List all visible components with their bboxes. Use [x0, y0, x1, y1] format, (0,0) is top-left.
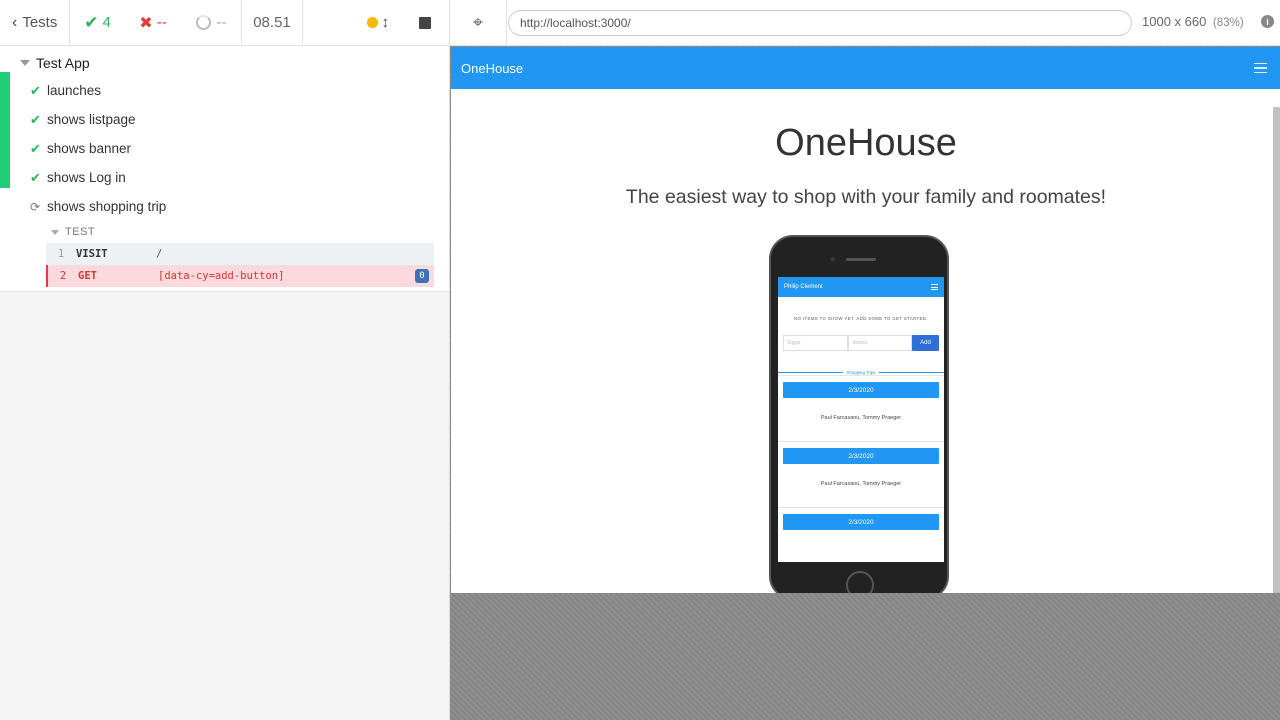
command-number: 1 [57, 248, 65, 260]
hero-title: OneHouse [775, 122, 957, 164]
command-name: GET [78, 270, 97, 282]
caret-down-icon [20, 60, 30, 66]
running-status-dot [366, 17, 378, 28]
command-row[interactable]: 1 VISIT / [46, 243, 434, 265]
command-number: 2 [59, 270, 67, 282]
test-title: shows listpage [47, 112, 136, 127]
stop-button[interactable] [419, 16, 431, 29]
iframe-scrollbar[interactable] [1270, 107, 1280, 593]
application-iframe: OneHouse OneHouse The easiest way to sho… [451, 47, 1280, 593]
phone-mockup-image: Philip Clement NO ITEMS TO SHOW YET. ADD… [769, 235, 949, 593]
checkmark-icon: ✔ [30, 111, 41, 127]
test-item[interactable]: ✔ launches [0, 76, 449, 105]
app-runner-panel: ⌖ http://localhost:3000/ 1000 x 660 (83%… [449, 0, 1280, 720]
app-brand[interactable]: OneHouse [461, 61, 523, 76]
suite-title[interactable]: Test App [0, 50, 449, 76]
phone-home-button [846, 571, 874, 593]
phone-quantity-input: dozen [847, 335, 912, 351]
test-title: shows Log in [47, 170, 126, 185]
phone-screen: Philip Clement NO ITEMS TO SHOW YET. ADD… [778, 277, 944, 562]
phone-trip-card: 2/3/2020 Paul Farcasanu, Tommy Praeger [778, 441, 944, 507]
hamburger-menu-icon[interactable] [1254, 62, 1267, 74]
hook-title[interactable]: TEST [46, 221, 434, 243]
checkmark-icon: ✔ [84, 12, 99, 32]
element-count-badge: 0 [415, 269, 429, 283]
phone-user-name: Philip Clement [784, 284, 823, 290]
test-item[interactable]: ✔ shows listpage [0, 105, 449, 134]
runner-header: ⌖ http://localhost:3000/ 1000 x 660 (83%… [450, 0, 1280, 46]
refresh-icon: ⟳ [30, 199, 41, 214]
passed-count: 4 [102, 14, 111, 31]
checkmark-icon: ✔ [30, 82, 41, 98]
url-display[interactable]: http://localhost:3000/ [508, 10, 1132, 36]
phone-item-input: Eggs [783, 335, 848, 351]
test-reporter-panel: ‹ Tests ✔ 4 ✖ -- -- 08.51 ↕ Test App ✔ l… [0, 0, 449, 720]
test-title: launches [47, 83, 102, 98]
test-tree: Test App ✔ launches ✔ shows listpage ✔ s… [0, 46, 449, 292]
info-icon[interactable]: i [1261, 15, 1274, 28]
trip-people: Paul Farcasanu, Tommy Praeger [820, 481, 902, 487]
phone-camera [830, 257, 835, 262]
divider-line [778, 372, 843, 373]
phone-add-button: Add [912, 335, 939, 351]
reporter-header: ‹ Tests ✔ 4 ✖ -- -- 08.51 ↕ [0, 0, 449, 46]
test-title: shows shopping trip [47, 199, 167, 214]
pending-count: -- [216, 14, 227, 31]
trip-date: 2/3/2020 [783, 448, 939, 464]
tests-back-button[interactable]: ‹ Tests [0, 0, 69, 45]
command-name: VISIT [76, 248, 108, 260]
command-message: [data-cy=add-button] [158, 270, 285, 282]
run-duration: 08.51 [253, 14, 291, 31]
viewport-scale: (83%) [1212, 17, 1244, 29]
checkmark-icon: ✔ [30, 140, 41, 156]
chevron-left-icon: ‹ [12, 13, 18, 31]
pending-count-stat: -- [181, 0, 241, 45]
phone-add-item-form: Eggs dozen Add [783, 335, 939, 351]
trip-people: Paul Farcasanu, Tommy Praeger [820, 415, 902, 421]
caret-down-icon [51, 229, 59, 235]
hook-label: TEST [65, 226, 96, 238]
cross-icon: ✖ [139, 14, 153, 32]
app-navbar: OneHouse [451, 47, 1280, 89]
phone-section-label: Shopping Trips [846, 370, 876, 375]
pending-ring-icon [195, 15, 211, 30]
failed-count: -- [156, 14, 167, 31]
selector-playground-crosshair-icon[interactable]: ⌖ [450, 0, 507, 46]
phone-empty-message: NO ITEMS TO SHOW YET. ADD SOME TO GET ST… [794, 316, 928, 321]
trip-date: 2/3/2020 [783, 514, 939, 530]
passed-count-stat: ✔ 4 [70, 0, 125, 45]
suite-title-label: Test App [36, 55, 90, 71]
phone-trip-card: 2/3/2020 Paul Farcasanu, Tommy Praeger [778, 375, 944, 441]
command-message: / [156, 248, 163, 260]
hero-subtitle: The easiest way to shop with your family… [625, 186, 1107, 208]
divider-line [879, 372, 944, 373]
phone-navbar: Philip Clement [778, 277, 944, 297]
phone-trip-card: 2/3/2020 [778, 507, 944, 562]
viewport-dimensions: 1000 x 660 [1142, 14, 1207, 29]
tests-back-label: Tests [22, 14, 58, 31]
hamburger-menu-icon [931, 284, 938, 290]
trip-date: 2/3/2020 [783, 382, 939, 398]
checkmark-icon: ✔ [30, 169, 41, 185]
command-log: TEST 1 VISIT / 2 GET [data-cy=add-button… [46, 221, 434, 287]
test-item[interactable]: ✔ shows banner [0, 134, 449, 163]
run-controls: ↕ [303, 0, 449, 45]
auto-scroll-toggle-icon[interactable]: ↕ [382, 14, 390, 31]
command-row-failed[interactable]: 2 GET [data-cy=add-button] 0 [46, 265, 434, 287]
test-item-running[interactable]: ⟳ shows shopping trip [0, 192, 449, 221]
failed-count-stat: ✖ -- [125, 0, 181, 45]
scrollbar-thumb[interactable] [1273, 107, 1280, 593]
phone-speaker [846, 258, 876, 261]
test-title: shows banner [47, 141, 132, 156]
viewport-info: 1000 x 660 (83%) [1142, 14, 1244, 29]
test-item[interactable]: ✔ shows Log in [0, 163, 449, 192]
